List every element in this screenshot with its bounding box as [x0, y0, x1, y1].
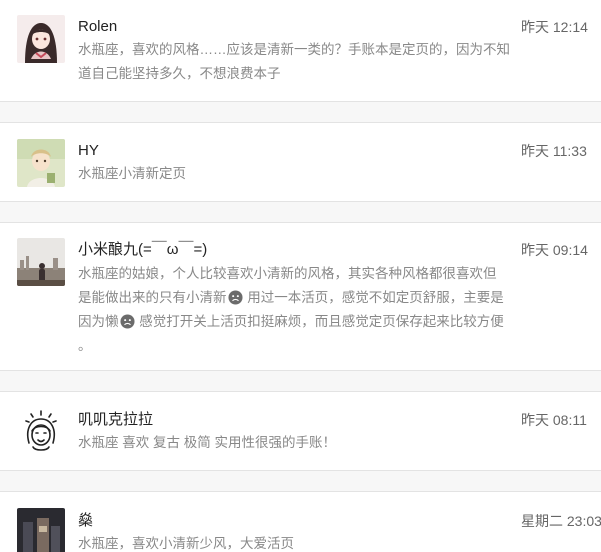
- section-gap: [0, 471, 601, 491]
- comment-text: 水瓶座的姑娘，个人比较喜欢小清新的风格，其实各种风格都很喜欢但 是能做出来的只有…: [78, 262, 528, 358]
- comment-item: HY 昨天 11:33 水瓶座小清新定页: [0, 123, 601, 201]
- comment-text-line: 道自己能坚持多久，不想浪费本子: [78, 66, 281, 81]
- avatar[interactable]: [17, 238, 65, 286]
- avatar-city-silhouette-icon: [17, 238, 65, 286]
- avatar[interactable]: [17, 508, 65, 552]
- comment-text-line: 是能做出来的只有小清新 用过一本活页，感觉不如定页舒服，主要是: [78, 286, 528, 310]
- comment-text-line: 水瓶座的姑娘，个人比较喜欢小清新的风格，其实各种风格都很喜欢但: [78, 266, 497, 281]
- comment-feed: Rolen 昨天 12:14 水瓶座，喜欢的风格……应该是清新一类的？手账本是定…: [0, 0, 601, 552]
- avatar-anime-girl-icon: [17, 15, 65, 63]
- comment-text: 水瓶座 喜欢 复古 极简 实用性很强的手账！: [78, 431, 528, 455]
- avatar-sketch-girl-icon: [17, 407, 65, 455]
- section-gap: [0, 202, 601, 222]
- comment-item: 小米酿九(=￣ω￣=) 昨天 09:14 水瓶座的姑娘，个人比较喜欢小清新的风格…: [0, 223, 601, 371]
- timestamp: 昨天 11:33: [521, 143, 587, 159]
- section-gap: [0, 371, 601, 391]
- timestamp: 昨天 09:14: [521, 242, 588, 258]
- avatar-anime-boy-icon: [17, 139, 65, 187]
- username[interactable]: Rolen: [78, 18, 117, 36]
- comment-text-segment: 用过一本活页，感觉不如定页舒服，主要是: [243, 290, 504, 305]
- comment-text: 水瓶座，喜欢的风格……应该是清新一类的？手账本是定页的，因为不知 道自己能坚持多…: [78, 38, 528, 86]
- sad-face-emoji-icon: [119, 314, 135, 329]
- username[interactable]: 燊: [78, 512, 93, 530]
- comment-text-line: 水瓶座小清新定页: [78, 166, 186, 181]
- comment-text-line: 因为懒 感觉打开关上活页扣挺麻烦，而且感觉定页保存起来比较方便: [78, 310, 528, 334]
- sad-face-emoji-icon: [227, 290, 243, 305]
- avatar-photo-icon: [17, 508, 65, 552]
- comment-text-segment: 感觉打开关上活页扣挺麻烦，而且感觉定页保存起来比较方便: [135, 314, 504, 329]
- section-gap: [0, 102, 601, 122]
- comment-text: 水瓶座，喜欢小清新少风，大爱活页: [78, 532, 528, 552]
- comment-item: Rolen 昨天 12:14 水瓶座，喜欢的风格……应该是清新一类的？手账本是定…: [0, 0, 601, 100]
- avatar[interactable]: [17, 407, 65, 455]
- username[interactable]: HY: [78, 142, 99, 160]
- username[interactable]: 叽叽克拉拉: [78, 411, 153, 429]
- comment-item: 燊 星期二 23:03 水瓶座，喜欢小清新少风，大爱活页: [0, 492, 601, 552]
- comment-item: 叽叽克拉拉 昨天 08:11 水瓶座 喜欢 复古 极简 实用性很强的手账！: [0, 392, 601, 470]
- comment-text-line: 水瓶座，喜欢的风格……应该是清新一类的？手账本是定页的，因为不知: [78, 42, 510, 57]
- comment-text-line: 。: [78, 338, 92, 353]
- comment-text-line: 水瓶座 喜欢 复古 极简 实用性很强的手账！: [78, 435, 337, 450]
- avatar[interactable]: [17, 15, 65, 63]
- comment-text-line: 水瓶座，喜欢小清新少风，大爱活页: [78, 536, 294, 551]
- comment-text: 水瓶座小清新定页: [78, 162, 528, 186]
- timestamp: 星期二 23:03: [521, 513, 601, 529]
- timestamp: 昨天 08:11: [521, 412, 587, 428]
- avatar[interactable]: [17, 139, 65, 187]
- username[interactable]: 小米酿九(=￣ω￣=): [78, 241, 207, 259]
- timestamp: 昨天 12:14: [521, 19, 588, 35]
- comment-text-segment: 因为懒: [78, 314, 119, 329]
- comment-text-segment: 是能做出来的只有小清新: [78, 290, 227, 305]
